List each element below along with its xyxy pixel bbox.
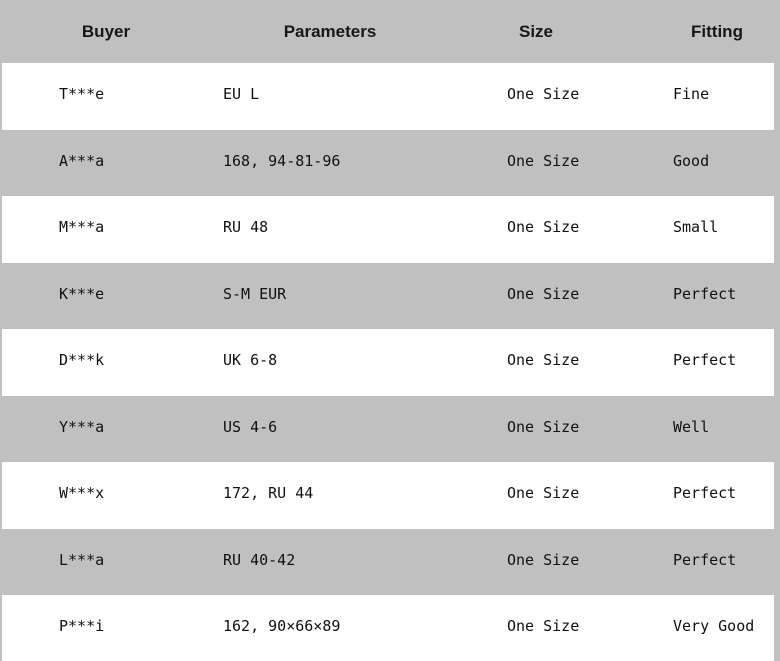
cell-fitting: Perfect <box>673 284 737 303</box>
cell-size: One Size <box>507 550 580 569</box>
cell-buyer: P***i <box>59 617 105 636</box>
cell-fitting: Good <box>673 151 710 170</box>
cell-size: One Size <box>507 85 580 104</box>
cell-fitting: Small <box>673 218 719 237</box>
column-header-fitting: Fitting <box>622 0 774 63</box>
table-row: D***k UK 6-8 One Size Perfect <box>2 329 774 396</box>
cell-buyer: K***e <box>59 284 105 303</box>
table-row: T***e EU L One Size Fine <box>2 63 774 130</box>
cell-parameters: 172, RU 44 <box>223 484 314 503</box>
cell-buyer: D***k <box>59 351 105 370</box>
cell-size: One Size <box>507 218 580 237</box>
cell-parameters: 168, 94-81-96 <box>223 151 341 170</box>
table-row: M***a RU 48 One Size Small <box>2 196 774 263</box>
cell-parameters: 162, 90×66×89 <box>223 617 341 636</box>
table-row: K***e S-M EUR One Size Perfect <box>2 262 774 329</box>
cell-size: One Size <box>507 284 580 303</box>
cell-fitting: Perfect <box>673 484 737 503</box>
cell-size: One Size <box>507 617 580 636</box>
table-row: L***a RU 40-42 One Size Perfect <box>2 528 774 595</box>
cell-buyer: L***a <box>59 550 105 569</box>
cell-size: One Size <box>507 351 580 370</box>
cell-buyer: T***e <box>59 85 105 104</box>
cell-size: One Size <box>507 151 580 170</box>
cell-fitting: Perfect <box>673 351 737 370</box>
cell-parameters: S-M EUR <box>223 284 287 303</box>
cell-buyer: A***a <box>59 151 105 170</box>
cell-parameters: RU 40-42 <box>223 550 296 569</box>
cell-size: One Size <box>507 484 580 503</box>
cell-buyer: M***a <box>59 218 105 237</box>
cell-buyer: W***x <box>59 484 105 503</box>
table-header: Buyer Parameters Size Fitting <box>2 0 774 63</box>
column-header-buyer: Buyer <box>2 0 210 63</box>
cell-fitting: Perfect <box>673 550 737 569</box>
table-row: A***a 168, 94-81-96 One Size Good <box>2 129 774 196</box>
cell-parameters: EU L <box>223 85 260 104</box>
cell-parameters: RU 48 <box>223 218 269 237</box>
table-row: W***x 172, RU 44 One Size Perfect <box>2 462 774 529</box>
table-row: Y***a US 4-6 One Size Well <box>2 395 774 462</box>
buyer-fitting-reviews-table: Buyer Parameters Size Fitting T***e EU L… <box>2 0 774 661</box>
cell-buyer: Y***a <box>59 417 105 436</box>
cell-parameters: UK 6-8 <box>223 351 278 370</box>
column-header-parameters: Parameters <box>210 0 450 63</box>
table-header-row: Buyer Parameters Size Fitting <box>2 0 774 63</box>
table-row: P***i 162, 90×66×89 One Size Very Good <box>2 595 774 661</box>
cell-size: One Size <box>507 417 580 436</box>
cell-fitting: Well <box>673 417 710 436</box>
column-header-size: Size <box>450 0 622 63</box>
reviews-table-container: Buyer Parameters Size Fitting T***e EU L… <box>0 0 780 661</box>
cell-parameters: US 4-6 <box>223 417 278 436</box>
cell-fitting: Very Good <box>673 617 755 636</box>
table-body: T***e EU L One Size Fine A***a 168, 94-8… <box>2 63 774 661</box>
cell-fitting: Fine <box>673 85 710 104</box>
